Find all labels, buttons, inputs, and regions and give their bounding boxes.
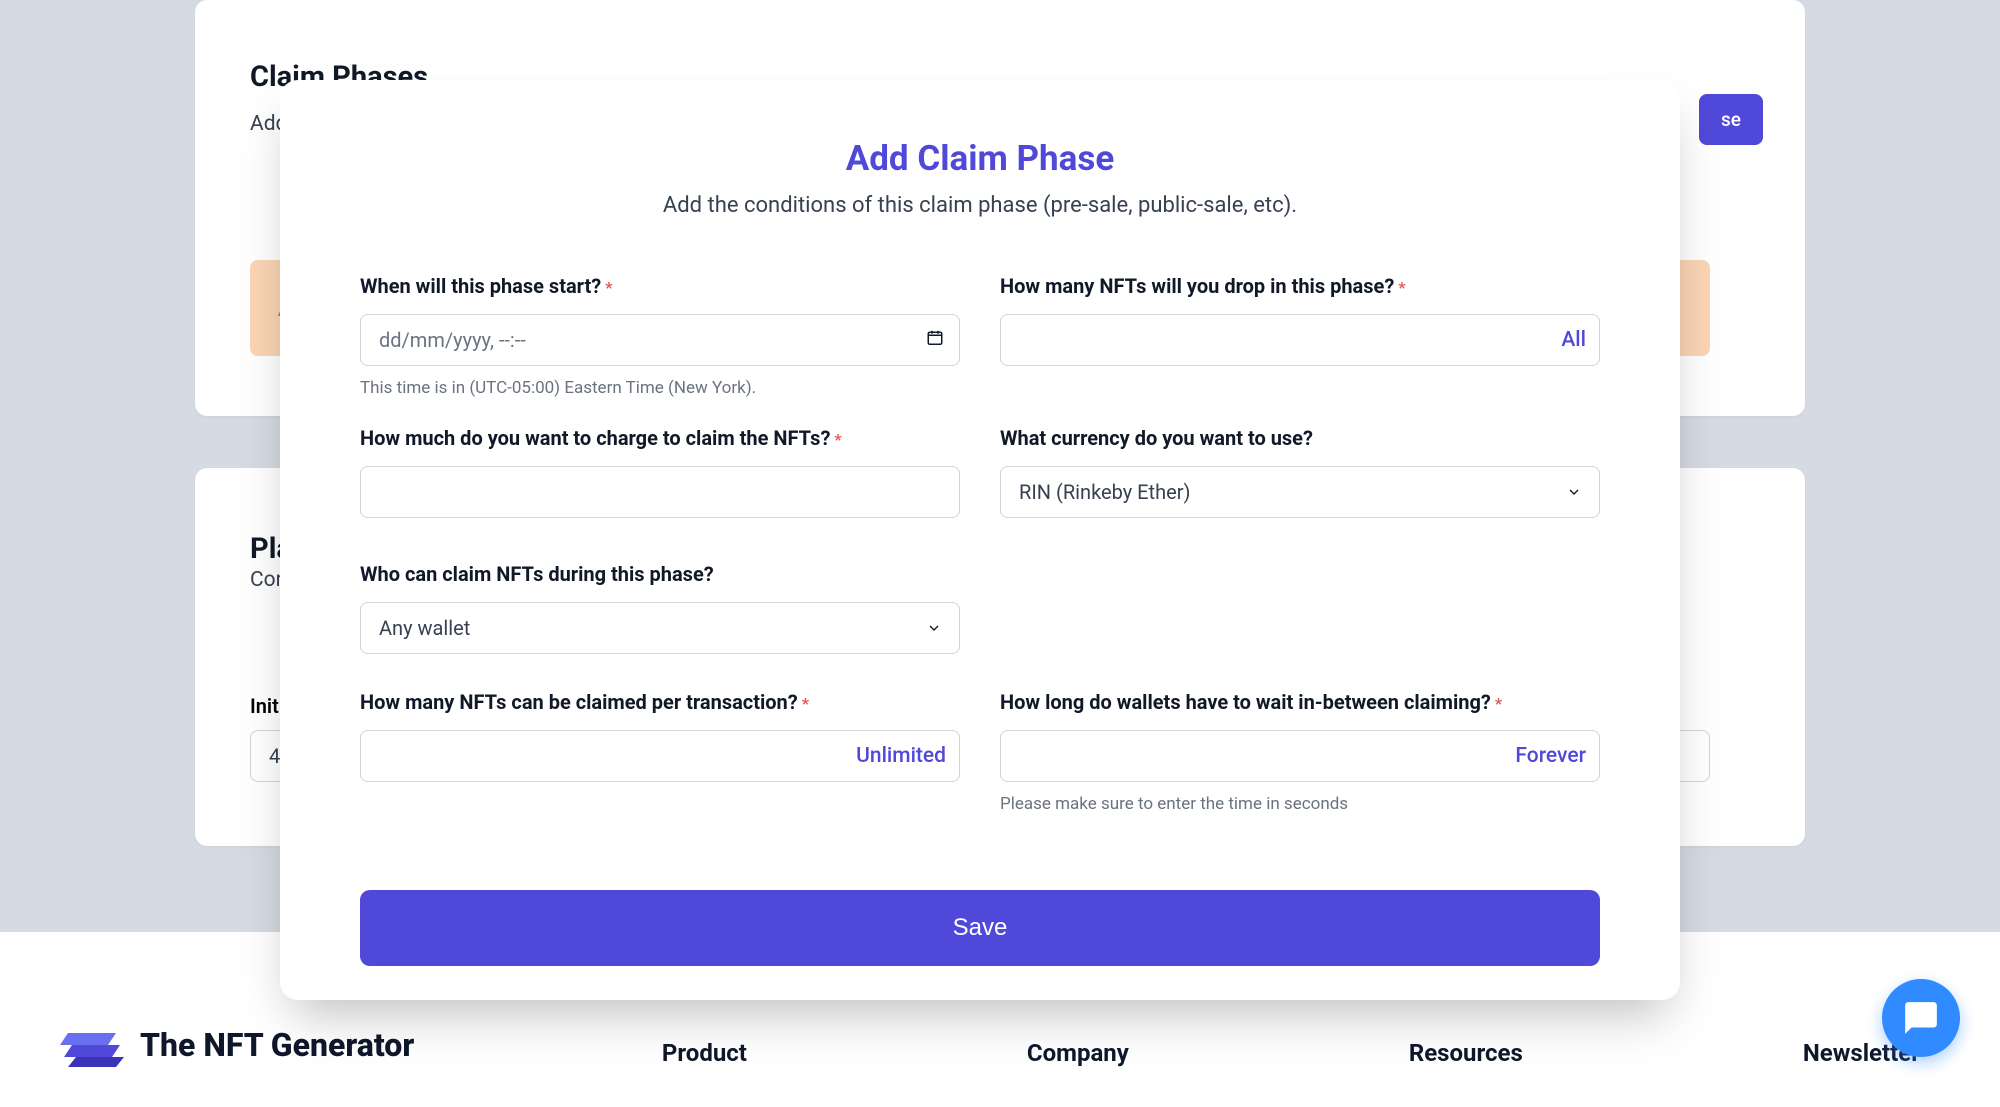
field-supply: How many NFTs will you drop in this phas… <box>1000 274 1600 398</box>
modal-subtitle: Add the conditions of this claim phase (… <box>360 193 1600 218</box>
brand-name: The NFT Generator <box>140 1026 414 1064</box>
save-button[interactable]: Save <box>360 890 1600 966</box>
chat-icon <box>1902 999 1940 1037</box>
price-input[interactable] <box>360 466 960 518</box>
supply-label: How many NFTs will you drop in this phas… <box>1000 274 1394 298</box>
chat-button[interactable] <box>1882 979 1960 1057</box>
brand-logo-icon <box>60 1023 124 1067</box>
required-marker: * <box>834 430 841 449</box>
currency-selected-value: RIN (Rinkeby Ether) <box>1019 480 1190 504</box>
start-time-label: When will this phase start? <box>360 274 601 298</box>
allowlist-select[interactable]: Any wallet <box>360 602 960 654</box>
cooldown-forever-button[interactable]: Forever <box>1515 744 1586 768</box>
start-time-input[interactable] <box>360 314 960 366</box>
add-phase-button[interactable]: se <box>1699 94 1763 145</box>
per-tx-unlimited-button[interactable]: Unlimited <box>856 744 946 768</box>
price-label: How much do you want to charge to claim … <box>360 426 830 450</box>
footer-col-company[interactable]: Company <box>1027 1039 1129 1067</box>
field-per-tx: How many NFTs can be claimed per transac… <box>360 690 960 814</box>
field-start-time: When will this phase start?* This time i… <box>360 274 960 398</box>
field-currency: What currency do you want to use? RIN (R… <box>1000 426 1600 518</box>
start-time-helper: This time is in (UTC-05:00) Eastern Time… <box>360 378 960 398</box>
platform-subtext: Cor <box>250 568 283 592</box>
supply-input[interactable] <box>1000 314 1600 366</box>
allowlist-label: Who can claim NFTs during this phase? <box>360 562 714 586</box>
init-label: Init <box>250 694 279 718</box>
add-claim-phase-modal: Add Claim Phase Add the conditions of th… <box>280 80 1680 1000</box>
field-allowlist: Who can claim NFTs during this phase? An… <box>360 562 960 654</box>
supply-all-button[interactable]: All <box>1561 328 1586 352</box>
currency-select[interactable]: RIN (Rinkeby Ether) <box>1000 466 1600 518</box>
allowlist-selected-value: Any wallet <box>379 616 470 640</box>
currency-label: What currency do you want to use? <box>1000 426 1313 450</box>
cooldown-input[interactable] <box>1000 730 1600 782</box>
footer-col-product[interactable]: Product <box>662 1039 747 1067</box>
required-marker: * <box>802 694 809 713</box>
required-marker: * <box>1398 278 1405 297</box>
footer-brand: The NFT Generator <box>60 1023 414 1067</box>
field-price: How much do you want to charge to claim … <box>360 426 960 518</box>
cooldown-label: How long do wallets have to wait in-betw… <box>1000 690 1491 714</box>
field-cooldown: How long do wallets have to wait in-betw… <box>1000 690 1600 814</box>
required-marker: * <box>605 278 612 297</box>
footer-col-resources[interactable]: Resources <box>1409 1039 1523 1067</box>
modal-title: Add Claim Phase <box>360 138 1600 179</box>
per-tx-label: How many NFTs can be claimed per transac… <box>360 690 798 714</box>
cooldown-helper: Please make sure to enter the time in se… <box>1000 794 1600 814</box>
required-marker: * <box>1495 694 1502 713</box>
